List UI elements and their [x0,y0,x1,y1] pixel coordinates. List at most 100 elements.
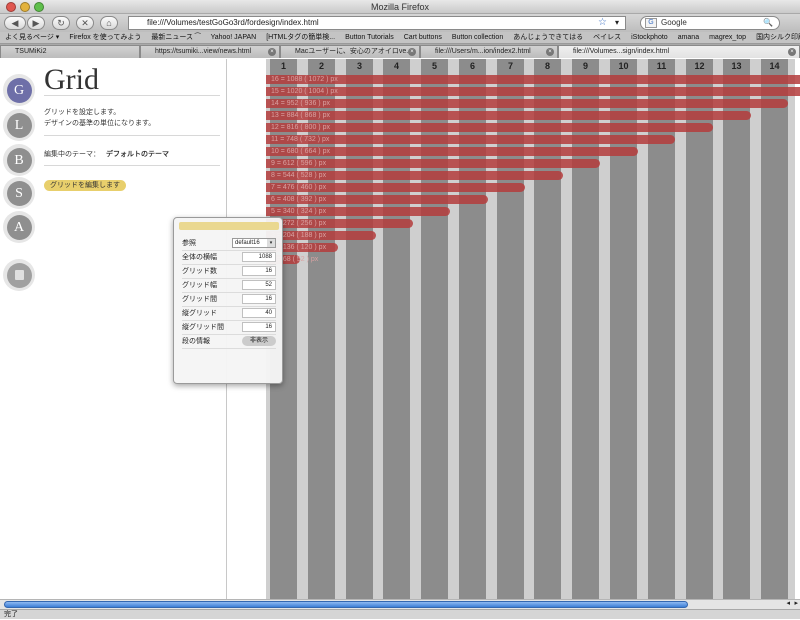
navigation-toolbar: ◀ ▶ ↻ ✕ ⌂ file:///Volumes/testGoGo3rd/fo… [0,14,800,32]
minimize-window-icon[interactable] [20,2,30,12]
stop-icon[interactable]: ✕ [76,16,94,30]
close-tab-icon[interactable]: × [546,48,554,56]
bookmark-item[interactable]: ベイレス [593,34,621,41]
page-content: GLBSA Grid グリッドを設定します。 デザインの基準の単位になります。 … [0,59,800,599]
popup-row-label: 縦グリッド間 [182,324,224,331]
sidebar-item-s[interactable]: S [3,177,35,209]
magnifier-icon[interactable]: 🔍 [763,17,773,29]
popup-row-label: グリッド幅 [182,282,217,289]
grid-settings-popup: 参照 default16 ▾ 全体の横幅 1088 グリッド数 16 グリッド幅 52 グリッド間… [173,217,283,384]
grid-width-bar: 7 = 476 ( 460 ) px [266,183,525,192]
popup-row: グリッド数 16 [182,266,276,277]
popup-row-divider [182,334,276,335]
description-line-2: デザインの基準の単位になります。 [44,120,156,127]
search-placeholder: Google [661,18,687,27]
home-icon[interactable]: ⌂ [100,16,118,30]
popup-row: グリッド幅 52 [182,280,276,291]
cube-icon [6,262,32,288]
popup-row-divider [182,306,276,307]
url-text: file:///Volumes/testGoGo3rd/fordesign/in… [147,18,319,27]
close-tab-icon[interactable]: × [788,48,796,56]
horizontal-scrollbar[interactable]: ◂ ▸ [0,599,800,609]
bookmark-item[interactable]: amana [678,34,699,41]
popup-row-label: グリッド間 [182,296,217,303]
search-input[interactable]: G Google 🔍 [640,16,780,30]
bookmark-item[interactable]: 国内シルク印刷用DIC... [756,34,800,41]
sidebar-item-l[interactable]: L [3,109,35,141]
grid-width-bar: 13 = 884 ( 868 ) px [266,111,751,120]
grid-column [686,59,713,599]
grid-width-bar: 5 = 340 ( 324 ) px [266,207,450,216]
popup-row: 参照 default16 ▾ [182,238,276,249]
popup-row-label: 縦グリッド [182,310,217,317]
bookmark-item[interactable]: [HTMLタグの簡単検... [266,34,335,41]
scrollbar-thumb[interactable] [4,601,688,608]
sidebar-item-a[interactable]: A [3,211,35,243]
zoom-window-icon[interactable] [34,2,44,12]
bookmark-item[interactable]: Firefox を使ってみよう [69,34,141,41]
popup-value-field[interactable]: 52 [242,280,276,290]
bookmark-item[interactable]: Cart buttons [404,34,442,41]
star-icon[interactable]: ☆ [598,17,607,29]
bookmark-item[interactable]: Yahoo! JAPAN [211,34,257,41]
window-titlebar: Mozilla Firefox [0,0,800,14]
column-number: 4 [393,61,399,71]
reference-value: default16 [235,240,260,246]
chevron-down-icon[interactable]: ▾ [267,239,275,247]
sidebar-item-b[interactable]: B [3,144,35,176]
bookmark-item[interactable]: iStockphoto [631,34,668,41]
popup-value-field[interactable]: 40 [242,308,276,318]
bookmark-item[interactable]: Button collection [452,34,503,41]
sidebar-item-g[interactable]: G [3,74,35,106]
popup-value-field[interactable]: 16 [242,322,276,332]
popup-value-field[interactable]: 16 [242,266,276,276]
close-tab-icon[interactable]: × [408,48,416,56]
popup-row-divider [182,320,276,321]
bookmark-item[interactable]: magrex_top [709,34,746,41]
back-icon[interactable]: ◀ [4,16,26,30]
sidebar-item-cube[interactable] [3,259,35,291]
grid-width-bar: 15 = 1020 ( 1004 ) px [266,87,800,96]
popup-header[interactable] [179,222,279,230]
row-info-toggle[interactable]: 非表示 [242,336,276,346]
column-number: 8 [544,61,550,71]
tab[interactable]: file:///Users/m...ion/index2.html × [420,45,558,58]
close-window-icon[interactable] [6,2,16,12]
column-number: 1 [280,61,286,71]
close-tab-icon[interactable]: × [268,48,276,56]
search-engine-icon[interactable]: G [645,18,657,28]
divider [44,165,220,166]
column-number: 11 [656,61,667,71]
window-title: Mozilla Firefox [370,2,429,12]
popup-row: 縦グリッド間 16 [182,322,276,333]
reload-icon[interactable]: ↻ [52,16,70,30]
popup-value-field[interactable]: 16 [242,294,276,304]
tab-label: TSUMiKi2 [15,48,47,55]
edit-grid-button[interactable]: グリッドを編集します [44,180,126,191]
scroll-right-icon[interactable]: ▸ [794,600,798,608]
g-letter-icon: G [6,77,32,103]
description-line-1: グリッドを設定します。 [44,109,121,116]
tab[interactable]: TSUMiKi2 [0,45,140,58]
url-input[interactable]: file:///Volumes/testGoGo3rd/fordesign/in… [128,16,626,30]
column-number: 6 [469,61,475,71]
bookmark-item[interactable]: 最新ニュース ⁀ [151,34,200,41]
reference-select[interactable]: default16 ▾ [232,238,276,248]
column-number: 10 [618,61,629,71]
chevron-down-icon[interactable]: ▾ [615,17,619,29]
tab-label: https://tsumiki...view/news.html [155,48,252,55]
column-number: 2 [318,61,324,71]
bookmark-item[interactable]: よく見るページ ▾ [5,34,59,41]
popup-row-divider [182,278,276,279]
tab-label: Macユーザーに、安心のアオイロve... [295,48,413,55]
tab[interactable]: https://tsumiki...view/news.html × [140,45,280,58]
tab[interactable]: file:///Volumes...sign/index.html × [558,45,800,58]
scroll-left-icon[interactable]: ◂ [786,600,790,608]
bookmark-item[interactable]: あんじょうできてはる [513,34,583,41]
popup-value-field[interactable]: 1088 [242,252,276,262]
grid-column [723,59,750,599]
column-number: 5 [431,61,437,71]
bookmark-item[interactable]: Button Tutorials [345,34,394,41]
forward-icon[interactable]: ▶ [27,16,45,30]
tab[interactable]: Macユーザーに、安心のアオイロve... × [280,45,420,58]
